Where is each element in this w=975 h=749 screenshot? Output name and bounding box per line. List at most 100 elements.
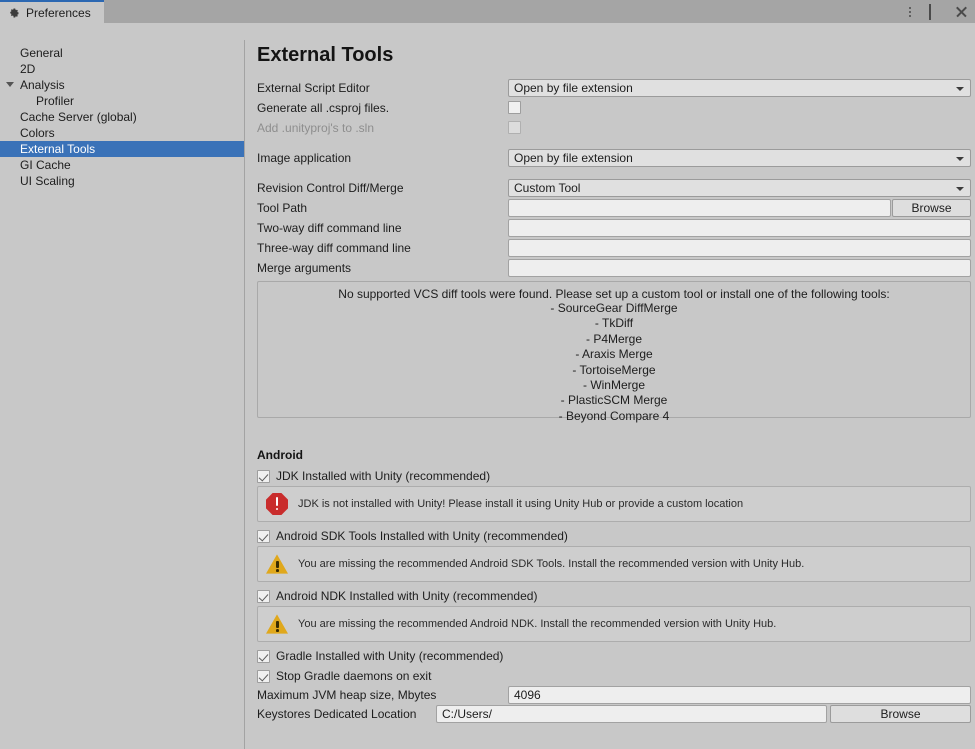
row-jdk-installed: JDK Installed with Unity (recommended) [246, 467, 975, 487]
keystores-browse-button[interactable]: Browse [830, 705, 971, 723]
stop-gradle-daemons-checkbox[interactable] [257, 670, 270, 683]
row-jvm-heap-size: Maximum JVM heap size, Mbytes 4096 [246, 686, 975, 706]
chevron-down-icon [956, 187, 964, 191]
jdk-installed-checkbox[interactable] [257, 470, 270, 483]
revision-control-dropdown[interactable]: Custom Tool [508, 179, 971, 197]
sidebar-item-label: 2D [20, 62, 36, 76]
add-unityproj-label: Add .unityproj's to .sln [257, 121, 375, 135]
list-item: - Araxis Merge [575, 347, 653, 362]
image-application-dropdown[interactable]: Open by file extension [508, 149, 971, 167]
row-add-unityproj: Add .unityproj's to .sln [246, 119, 975, 139]
tab-preferences[interactable]: Preferences [0, 0, 104, 23]
row-stop-gradle-daemons: Stop Gradle daemons on exit [246, 667, 975, 687]
list-item: - P4Merge [585, 331, 643, 346]
ndk-warning-message: You are missing the recommended Android … [257, 606, 971, 642]
list-item: - TortoiseMerge [572, 362, 656, 377]
list-item: - WinMerge [582, 378, 645, 393]
jdk-error-text: JDK is not installed with Unity! Please … [298, 498, 744, 510]
row-merge-arguments: Merge arguments [246, 259, 975, 279]
chevron-down-icon [956, 87, 964, 91]
merge-arguments-label: Merge arguments [257, 261, 352, 275]
sdk-installed-checkbox[interactable] [257, 530, 270, 543]
gear-icon [8, 7, 20, 19]
tool-path-browse-button[interactable]: Browse [892, 199, 971, 217]
ndk-installed-label: Android NDK Installed with Unity (recomm… [276, 589, 538, 603]
warning-icon [266, 554, 288, 574]
window-body: General 2D Analysis Profiler Cache Serve… [0, 40, 975, 749]
external-script-editor-label: External Script Editor [257, 81, 370, 95]
row-two-way-diff: Two-way diff command line [246, 219, 975, 239]
maximize-icon[interactable] [929, 3, 943, 20]
sdk-warning-message: You are missing the recommended Android … [257, 546, 971, 582]
sidebar-item-analysis[interactable]: Analysis [0, 77, 244, 93]
chevron-down-icon[interactable] [6, 82, 14, 87]
jvm-heap-size-value: 4096 [514, 688, 541, 702]
two-way-diff-label: Two-way diff command line [257, 221, 402, 235]
sdk-warning-text: You are missing the recommended Android … [298, 558, 805, 570]
preferences-window: Preferences General 2D Analysis Profiler… [0, 0, 975, 749]
sidebar-item-general[interactable]: General [0, 45, 244, 61]
gradle-installed-checkbox[interactable] [257, 650, 270, 663]
sidebar-item-ui-scaling[interactable]: UI Scaling [0, 173, 244, 189]
jdk-installed-label: JDK Installed with Unity (recommended) [276, 469, 491, 483]
sidebar-list: General 2D Analysis Profiler Cache Serve… [0, 40, 244, 189]
keystores-location-input[interactable]: C:/Users/ [436, 705, 827, 723]
tab-label: Preferences [26, 5, 91, 20]
sidebar-item-cache-server[interactable]: Cache Server (global) [0, 109, 244, 125]
sidebar-item-label: Profiler [36, 94, 75, 108]
settings-sidebar: General 2D Analysis Profiler Cache Serve… [0, 40, 245, 749]
sidebar-item-external-tools[interactable]: External Tools [0, 141, 244, 157]
more-vertical-icon[interactable] [903, 5, 917, 19]
sidebar-item-2d[interactable]: 2D [0, 61, 244, 77]
external-tools-panel: External Tools External Script Editor Op… [246, 40, 975, 749]
chevron-down-icon [956, 157, 964, 161]
stop-gradle-daemons-label: Stop Gradle daemons on exit [276, 669, 432, 683]
sidebar-item-label: Cache Server (global) [20, 110, 137, 124]
merge-arguments-input[interactable] [508, 259, 971, 277]
sidebar-item-label: Colors [20, 126, 55, 140]
window-titlebar: Preferences [0, 0, 975, 23]
gradle-installed-label: Gradle Installed with Unity (recommended… [276, 649, 504, 663]
list-item: - Beyond Compare 4 [558, 408, 670, 423]
add-unityproj-checkbox [508, 121, 521, 134]
row-generate-csproj: Generate all .csproj files. [246, 99, 975, 119]
jdk-error-message: JDK is not installed with Unity! Please … [257, 486, 971, 522]
sidebar-item-label: Analysis [20, 78, 65, 92]
tool-path-input[interactable] [508, 199, 891, 217]
three-way-diff-input[interactable] [508, 239, 971, 257]
tool-path-label: Tool Path [257, 201, 308, 215]
page-title: External Tools [257, 44, 394, 66]
list-item: - PlasticSCM Merge [560, 393, 668, 408]
row-keystores-location: Keystores Dedicated Location C:/Users/ B… [246, 705, 975, 725]
row-tool-path: Tool Path Browse [246, 199, 975, 219]
list-item: - TkDiff [594, 316, 634, 331]
close-icon[interactable] [955, 5, 969, 19]
generate-csproj-label: Generate all .csproj files. [257, 101, 390, 115]
sidebar-item-colors[interactable]: Colors [0, 125, 244, 141]
row-three-way-diff: Three-way diff command line [246, 239, 975, 259]
revision-control-label: Revision Control Diff/Merge [257, 181, 404, 195]
sidebar-item-label: UI Scaling [20, 174, 75, 188]
sidebar-item-gi-cache[interactable]: GI Cache [0, 157, 244, 173]
ndk-warning-text: You are missing the recommended Android … [298, 618, 777, 630]
android-section-title: Android [257, 448, 303, 462]
row-external-script-editor: External Script Editor Open by file exte… [246, 79, 975, 99]
vcs-info-headline: No supported VCS diff tools were found. … [338, 287, 890, 301]
generate-csproj-checkbox[interactable] [508, 101, 521, 114]
jvm-heap-size-input[interactable]: 4096 [508, 686, 971, 704]
three-way-diff-label: Three-way diff command line [257, 241, 411, 255]
sidebar-item-label: External Tools [20, 142, 96, 156]
revision-control-value: Custom Tool [514, 181, 581, 195]
window-controls [903, 0, 969, 23]
vcs-tool-list: - SourceGear DiffMerge - TkDiff - P4Merg… [258, 301, 970, 424]
two-way-diff-input[interactable] [508, 219, 971, 237]
list-item: - SourceGear DiffMerge [550, 301, 678, 315]
jvm-heap-size-label: Maximum JVM heap size, Mbytes [257, 688, 437, 702]
ndk-installed-checkbox[interactable] [257, 590, 270, 603]
keystores-location-label: Keystores Dedicated Location [257, 707, 417, 721]
keystores-location-value: C:/Users/ [442, 707, 493, 721]
external-script-editor-dropdown[interactable]: Open by file extension [508, 79, 971, 97]
external-script-editor-value: Open by file extension [514, 81, 633, 95]
vcs-info-box: No supported VCS diff tools were found. … [257, 281, 971, 423]
sidebar-item-profiler[interactable]: Profiler [0, 93, 244, 109]
